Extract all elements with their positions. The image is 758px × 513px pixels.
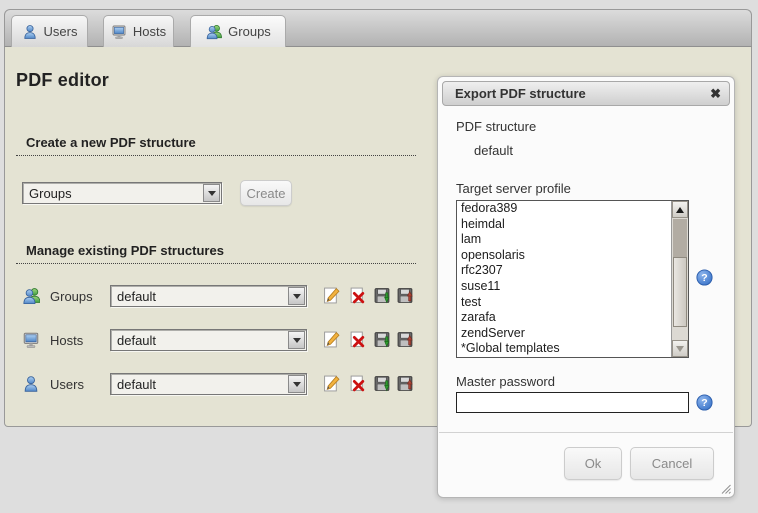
- list-item[interactable]: rfc2307: [457, 263, 688, 279]
- row-label-groups: Groups: [50, 289, 93, 304]
- list-item[interactable]: zendServer: [457, 326, 688, 342]
- triangle-down-icon: [676, 346, 684, 352]
- dialog-titlebar[interactable]: Export PDF structure ✖: [442, 81, 730, 106]
- edit-icon[interactable]: [323, 331, 340, 348]
- scrollbar-track[interactable]: [673, 219, 687, 257]
- scrollbar-thumb[interactable]: [673, 257, 687, 327]
- row-label-users: Users: [50, 377, 84, 392]
- groups-structure-value: default: [117, 289, 156, 304]
- select-dropdown-arrow[interactable]: [288, 287, 305, 305]
- chevron-down-icon: [293, 294, 301, 299]
- ok-button[interactable]: Ok: [564, 447, 622, 480]
- list-item[interactable]: zarafa: [457, 310, 688, 326]
- groups-structure-select[interactable]: default: [110, 285, 307, 307]
- target-server-profile-listbox[interactable]: fedora389 heimdal lam opensolaris rfc230…: [456, 200, 689, 358]
- manage-section-heading: Manage existing PDF structures: [16, 243, 416, 264]
- close-icon[interactable]: ✖: [710, 84, 721, 103]
- lam-pdf-editor-screen: Users Hosts Groups PDF editor Create a n…: [0, 0, 758, 513]
- tab-users-label: Users: [44, 24, 78, 39]
- scroll-up-arrow[interactable]: [672, 201, 688, 218]
- list-item[interactable]: lam: [457, 232, 688, 248]
- list-item[interactable]: *Global templates: [457, 341, 688, 357]
- list-item[interactable]: opensolaris: [457, 248, 688, 264]
- chevron-down-icon: [293, 338, 301, 343]
- select-dropdown-arrow[interactable]: [288, 331, 305, 349]
- export-pdf-structure-dialog: Export PDF structure ✖ PDF structure def…: [437, 76, 735, 498]
- manage-row-users: Users default: [20, 373, 430, 395]
- dialog-buttonpane-divider: [439, 432, 733, 433]
- select-dropdown-arrow[interactable]: [203, 184, 220, 202]
- delete-icon[interactable]: [349, 287, 366, 304]
- manage-row-hosts: Hosts default: [20, 329, 430, 351]
- dialog-title: Export PDF structure: [455, 86, 586, 101]
- group-icon: [22, 287, 40, 305]
- new-structure-type-value: Groups: [29, 186, 72, 201]
- group-icon: [205, 24, 222, 40]
- import-icon[interactable]: [397, 331, 414, 348]
- import-icon[interactable]: [397, 375, 414, 392]
- triangle-up-icon: [676, 207, 684, 213]
- list-item[interactable]: fedora389: [457, 201, 688, 217]
- host-icon: [22, 331, 40, 349]
- hosts-structure-select[interactable]: default: [110, 329, 307, 351]
- list-item[interactable]: suse11: [457, 279, 688, 295]
- tab-hosts-label: Hosts: [133, 24, 166, 39]
- delete-icon[interactable]: [349, 331, 366, 348]
- pdf-structure-value: default: [474, 143, 513, 158]
- chevron-down-icon: [293, 382, 301, 387]
- user-icon: [22, 375, 40, 393]
- export-icon[interactable]: [374, 287, 391, 304]
- users-structure-select[interactable]: default: [110, 373, 307, 395]
- export-icon[interactable]: [374, 331, 391, 348]
- create-button[interactable]: Create: [240, 180, 292, 206]
- tab-groups-label: Groups: [228, 24, 271, 39]
- target-server-profile-label: Target server profile: [456, 181, 571, 196]
- user-icon: [22, 24, 38, 40]
- master-password-label: Master password: [456, 374, 555, 389]
- tab-groups[interactable]: Groups: [190, 15, 286, 47]
- create-section-heading: Create a new PDF structure: [16, 135, 416, 156]
- tab-hosts[interactable]: Hosts: [103, 15, 174, 47]
- cancel-button[interactable]: Cancel: [630, 447, 714, 480]
- row-label-hosts: Hosts: [50, 333, 83, 348]
- account-type-tabbar: Users Hosts Groups: [4, 9, 752, 47]
- host-icon: [111, 24, 127, 40]
- help-icon[interactable]: [696, 394, 713, 411]
- tab-users[interactable]: Users: [11, 15, 88, 47]
- import-icon[interactable]: [397, 287, 414, 304]
- pdf-structure-label: PDF structure: [456, 119, 536, 134]
- edit-icon[interactable]: [323, 287, 340, 304]
- delete-icon[interactable]: [349, 375, 366, 392]
- listbox-scrollbar[interactable]: [671, 201, 688, 357]
- hosts-structure-value: default: [117, 333, 156, 348]
- list-item[interactable]: test: [457, 295, 688, 311]
- users-structure-value: default: [117, 377, 156, 392]
- page-title: PDF editor: [16, 70, 109, 91]
- resize-grip-icon[interactable]: [718, 481, 731, 494]
- edit-icon[interactable]: [323, 375, 340, 392]
- help-icon[interactable]: [696, 269, 713, 286]
- select-dropdown-arrow[interactable]: [288, 375, 305, 393]
- scroll-down-arrow[interactable]: [672, 340, 688, 357]
- master-password-input[interactable]: [456, 392, 689, 413]
- chevron-down-icon: [208, 191, 216, 196]
- list-item[interactable]: heimdal: [457, 217, 688, 233]
- export-icon[interactable]: [374, 375, 391, 392]
- manage-row-groups: Groups default: [20, 285, 430, 307]
- new-structure-type-select[interactable]: Groups: [22, 182, 222, 204]
